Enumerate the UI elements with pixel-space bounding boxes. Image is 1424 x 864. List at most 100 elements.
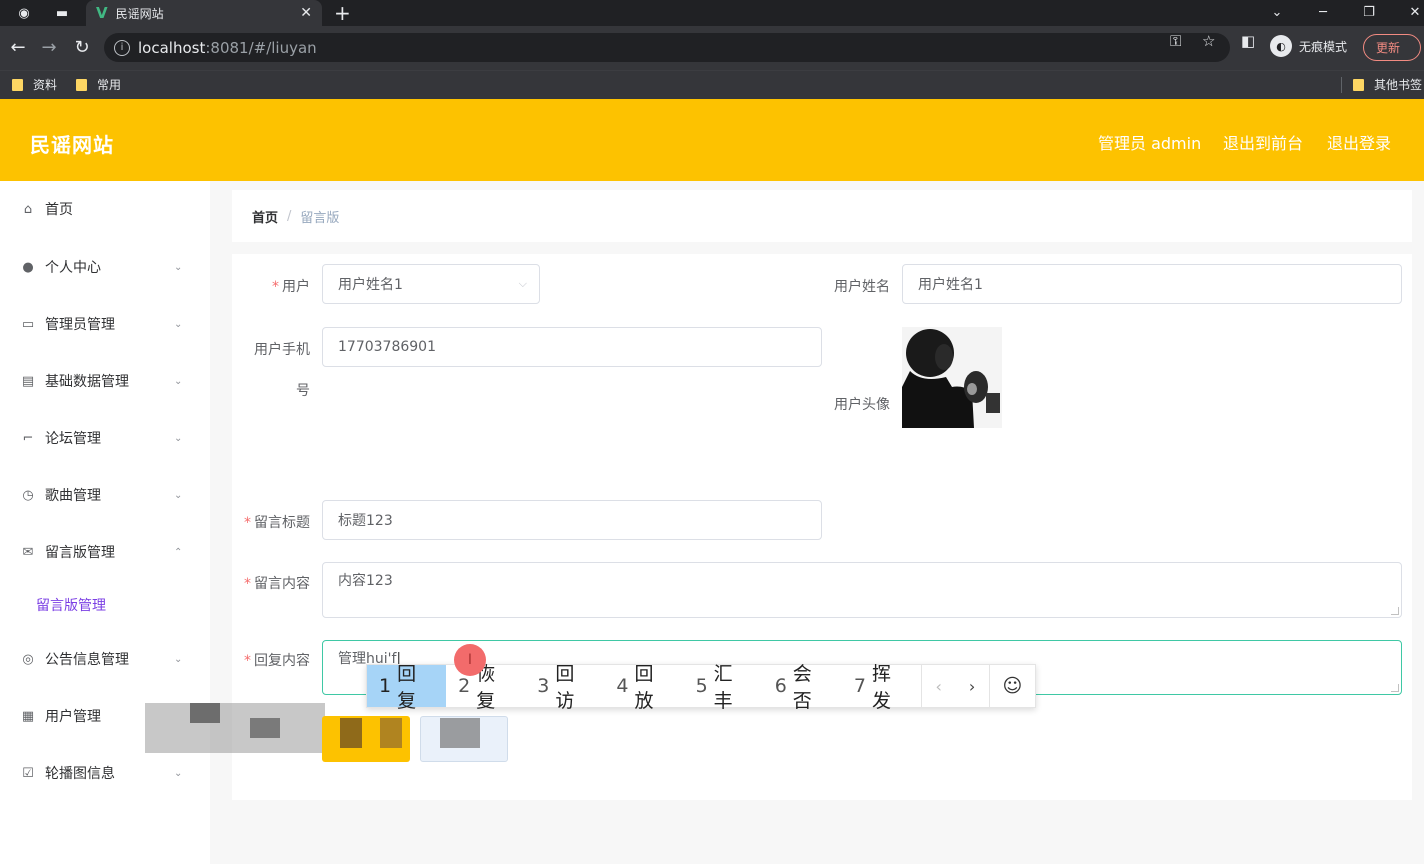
chevron-down-icon: ⌄ xyxy=(174,767,183,779)
username-field[interactable]: 用户姓名1 xyxy=(902,264,1402,304)
obscured-area xyxy=(250,718,280,738)
address-bar: ← → ↻ i localhost:8081/#/liuyan ⚿ ☆ ◧ ◐ … xyxy=(0,26,1424,70)
bookmarks-bar: 资料 常用 其他书签 xyxy=(0,70,1424,99)
emoji-icon[interactable]: ☺ xyxy=(990,665,1035,707)
sidebar: ⌂ 首页 ● 个人中心 ⌄ ▭ 管理员管理 ⌄ ▤ 基础数据管理 ⌄ ⌐ 论坛管… xyxy=(0,181,210,864)
clock-icon: ◷ xyxy=(22,487,34,503)
resize-handle-icon[interactable] xyxy=(1391,684,1399,692)
sidebar-item-label: 基础数据管理 xyxy=(45,374,129,390)
obscured-area xyxy=(145,703,325,753)
ime-candidate[interactable]: 5 汇丰 xyxy=(684,663,763,712)
logout-link[interactable]: 退出登录 xyxy=(1327,130,1391,154)
title-field[interactable]: 标题123 xyxy=(322,500,822,540)
site-info-icon[interactable]: i xyxy=(114,39,130,56)
doc-icon: ▦ xyxy=(21,708,35,724)
title-label: * 留言标题 xyxy=(244,515,310,531)
update-button[interactable]: 更新 xyxy=(1363,34,1421,61)
ime-candidate[interactable]: 7 挥发 xyxy=(842,663,921,712)
bookmark-folder-ziliao[interactable]: 资料 xyxy=(12,76,57,93)
update-label: 更新 xyxy=(1376,41,1401,55)
sidebar-item-profile[interactable]: ● 个人中心 ⌄ xyxy=(0,255,210,279)
tab-list-icon[interactable]: ⌄ xyxy=(1262,0,1292,24)
sidebar-item-carousel[interactable]: ☑ 轮播图信息 ⌄ xyxy=(0,761,210,785)
resize-handle-icon[interactable] xyxy=(1391,607,1399,615)
chevron-down-icon: ⌄ xyxy=(174,653,183,665)
phone-label: 用户手机 xyxy=(254,342,310,358)
incognito-avatar-icon: ◐ xyxy=(1270,35,1292,57)
phone-label-wrap: 号 xyxy=(296,383,310,399)
folder-icon xyxy=(12,78,23,91)
minimize-icon[interactable]: ─ xyxy=(1308,0,1338,24)
bookmark-star-icon[interactable]: ☆ xyxy=(1202,32,1215,50)
username-value: 用户姓名1 xyxy=(918,277,983,293)
content-textarea[interactable]: 内容123 xyxy=(322,562,1402,618)
profile-label: 无痕模式 xyxy=(1299,39,1348,54)
bookmark-label: 其他书签 xyxy=(1374,78,1423,92)
ime-candidate[interactable]: 4 回放 xyxy=(604,663,683,712)
reply-label: * 回复内容 xyxy=(244,653,310,669)
phone-field[interactable]: 17703786901 xyxy=(322,327,822,367)
sidebar-item-songs[interactable]: ◷ 歌曲管理 ⌄ xyxy=(0,483,210,507)
bookmark-divider xyxy=(1341,77,1342,93)
url-input[interactable]: i localhost:8081/#/liuyan xyxy=(104,33,1230,62)
badge-icon: ◎ xyxy=(22,651,34,667)
back-to-front-link[interactable]: 退出到前台 xyxy=(1223,130,1303,154)
incognito-globe-icon[interactable]: ◉ xyxy=(14,3,34,23)
sidebar-item-label: 论坛管理 xyxy=(45,431,101,447)
forward-icon[interactable]: → xyxy=(38,36,60,58)
sidebar-item-messages[interactable]: ✉ 留言版管理 ⌃ xyxy=(0,540,210,564)
username-label: 用户姓名 xyxy=(834,279,890,295)
sidebar-item-notices[interactable]: ◎ 公告信息管理 ⌄ xyxy=(0,647,210,671)
key-icon[interactable]: ⚿ xyxy=(1170,32,1181,50)
window-close-icon[interactable]: ✕ xyxy=(1400,0,1424,24)
chevron-down-icon: ⌄ xyxy=(174,432,183,444)
user-avatar-image[interactable] xyxy=(902,327,1002,428)
url-host: localhost xyxy=(138,38,206,57)
sidebar-item-label: 用户管理 xyxy=(45,709,101,725)
vue-logo-icon: V xyxy=(96,4,108,22)
breadcrumb-current: 留言版 xyxy=(300,210,340,226)
bookmark-folder-changyong[interactable]: 常用 xyxy=(76,76,121,93)
bookmark-label: 常用 xyxy=(97,78,122,92)
user-icon: ● xyxy=(22,259,34,275)
content-value: 内容123 xyxy=(338,573,393,589)
reload-icon[interactable]: ↻ xyxy=(71,36,93,58)
tab-title: 民谣网站 xyxy=(115,6,164,21)
ime-prev-page-icon[interactable]: ‹ xyxy=(922,665,955,707)
ime-candidate[interactable]: 6 会否 xyxy=(763,663,842,712)
back-icon[interactable]: ← xyxy=(7,36,29,58)
sidebar-item-label: 留言版管理 xyxy=(45,545,115,561)
user-select[interactable]: 用户姓名1 ⌵ xyxy=(322,264,540,304)
bookmark-label: 资料 xyxy=(33,78,58,92)
sidebar-item-home[interactable]: ⌂ 首页 xyxy=(0,197,210,221)
chevron-up-icon: ⌃ xyxy=(174,546,183,558)
sidebar-item-label: 公告信息管理 xyxy=(45,652,129,668)
ime-next-page-icon[interactable]: › xyxy=(955,665,988,707)
new-tab-icon[interactable]: + xyxy=(334,1,351,25)
ime-candidate[interactable]: 3 回访 xyxy=(525,663,604,712)
sidebar-item-admins[interactable]: ▭ 管理员管理 ⌄ xyxy=(0,312,210,336)
side-panel-icon[interactable]: ◧ xyxy=(1241,32,1255,50)
browser-tab[interactable]: V 民谣网站 ✕ xyxy=(86,0,322,26)
chat-icon: ▭ xyxy=(21,316,35,332)
incognito-profile[interactable]: ◐ 无痕模式 xyxy=(1270,35,1347,57)
restore-icon[interactable]: ❐ xyxy=(1354,0,1384,24)
obscured-area xyxy=(340,718,362,748)
sidebar-item-basic-data[interactable]: ▤ 基础数据管理 ⌄ xyxy=(0,369,210,393)
avatar-silhouette-icon xyxy=(902,327,1002,428)
user-select-value: 用户姓名1 xyxy=(338,277,403,293)
bookmark-folder-other[interactable]: 其他书签 xyxy=(1353,76,1422,93)
crop-icon: ⌐ xyxy=(22,430,34,446)
sidebar-item-label: 轮播图信息 xyxy=(45,766,115,782)
submenu-item-message-board[interactable]: 留言版管理 xyxy=(36,595,106,615)
ime-candidate[interactable]: 1 回复 xyxy=(367,663,447,712)
tab-search-icon[interactable]: ▬ xyxy=(52,3,72,23)
obscured-area xyxy=(190,703,220,723)
breadcrumb-home[interactable]: 首页 xyxy=(252,207,278,226)
user-label: * 用户 xyxy=(272,279,310,295)
chevron-down-icon: ⌄ xyxy=(174,318,183,330)
sidebar-item-label: 歌曲管理 xyxy=(45,488,101,504)
sidebar-item-label: 个人中心 xyxy=(45,260,101,276)
sidebar-item-forum[interactable]: ⌐ 论坛管理 ⌄ xyxy=(0,426,210,450)
tab-close-icon[interactable]: ✕ xyxy=(300,5,312,21)
